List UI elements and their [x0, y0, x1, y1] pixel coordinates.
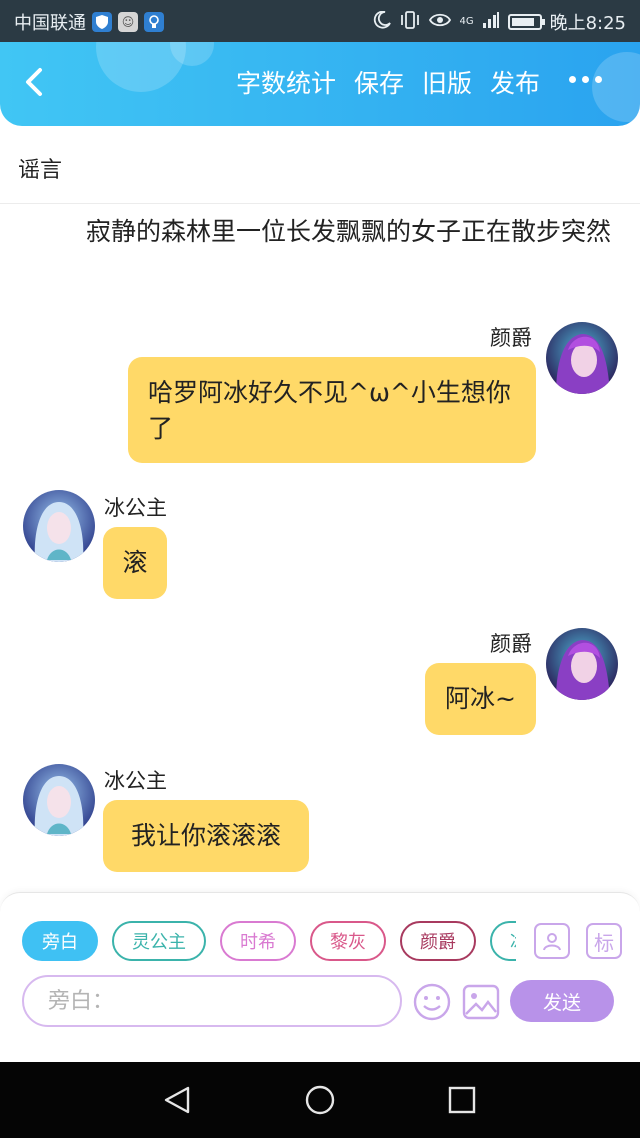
avatar[interactable]: [546, 322, 618, 394]
speaker-name: 冰公主: [104, 496, 167, 520]
message-input[interactable]: [24, 977, 400, 1025]
back-button[interactable]: [18, 62, 54, 102]
tag-icon[interactable]: 标: [586, 923, 622, 959]
yanjue-avatar-icon: [546, 628, 618, 700]
chip-character[interactable]: 黎灰: [310, 921, 386, 961]
vibrate-icon: [399, 10, 421, 34]
avatar[interactable]: [546, 628, 618, 700]
message-bubble[interactable]: 我让你滚滚滚: [103, 800, 309, 872]
message-text: 阿冰~: [445, 684, 516, 713]
composer-panel: 旁白 灵公主 时希 黎灰 颜爵 冰 标 发送: [0, 892, 640, 1062]
chip-character[interactable]: 时希: [220, 921, 296, 961]
message-bubble[interactable]: 滚: [103, 527, 167, 599]
chip-narrator[interactable]: 旁白: [22, 921, 98, 961]
moon-icon: [373, 10, 392, 34]
speaker-name: 冰公主: [104, 769, 167, 793]
signal-icon: [482, 11, 500, 34]
recents-nav-icon[interactable]: [446, 1084, 478, 1120]
speaker-name: 颜爵: [490, 326, 532, 350]
person-card-icon[interactable]: [534, 923, 570, 959]
old-version-button[interactable]: 旧版: [422, 64, 472, 100]
bing-princess-avatar-icon: [23, 490, 95, 562]
home-nav-icon[interactable]: [304, 1084, 336, 1120]
word-count-button[interactable]: 字数统计: [236, 64, 336, 100]
chat-app-icon: ☺: [118, 12, 138, 32]
avatar[interactable]: [23, 764, 95, 836]
message-bubble[interactable]: 哈罗阿冰好久不见^ω^小生想你了: [128, 357, 536, 463]
chip-character[interactable]: 颜爵: [400, 921, 476, 961]
system-nav-bar: [0, 1062, 640, 1138]
speaker-name: 颜爵: [490, 632, 532, 656]
message-bubble[interactable]: 阿冰~: [425, 663, 536, 735]
avatar[interactable]: [23, 490, 95, 562]
bing-princess-avatar-icon: [23, 764, 95, 836]
shield-app-icon: [92, 12, 112, 32]
message-text: 哈罗阿冰好久不见^ω^小生想你了: [148, 378, 511, 443]
emoji-icon[interactable]: [412, 982, 452, 1026]
carrier-label: 中国联通: [14, 13, 86, 34]
save-button[interactable]: 保存: [354, 64, 404, 100]
story-title: 谣言: [18, 158, 63, 183]
message-text: 滚: [122, 548, 148, 577]
message-text: 我让你滚滚滚: [130, 821, 281, 850]
narration-text: 寂静的森林里一位长发飘飘的女子正在散步突然: [86, 217, 612, 246]
back-nav-icon[interactable]: [162, 1084, 194, 1120]
bulb-app-icon: [144, 12, 164, 32]
battery-icon: [507, 14, 545, 30]
story-title-row[interactable]: 谣言: [0, 126, 640, 204]
image-icon[interactable]: [462, 984, 500, 1024]
chip-character[interactable]: 冰: [490, 921, 516, 961]
clock: 晚上8:25: [549, 13, 626, 34]
send-button[interactable]: 发送: [510, 980, 614, 1022]
status-bar: 中国联通 ☺ 4G 晚上8:25: [0, 0, 640, 42]
top-app-bar: 字数统计 保存 旧版 发布: [0, 42, 640, 126]
chevron-left-icon: [26, 68, 42, 96]
eye-icon: [429, 12, 452, 33]
yanjue-avatar-icon: [546, 322, 618, 394]
more-options-icon[interactable]: [569, 76, 602, 83]
publish-button[interactable]: 发布: [490, 64, 540, 100]
message-input-box[interactable]: [22, 975, 402, 1027]
character-chip-row[interactable]: 旁白 灵公主 时希 黎灰 颜爵 冰: [22, 921, 516, 963]
network-type: 4G: [459, 16, 474, 27]
chip-character[interactable]: 灵公主: [112, 921, 206, 961]
